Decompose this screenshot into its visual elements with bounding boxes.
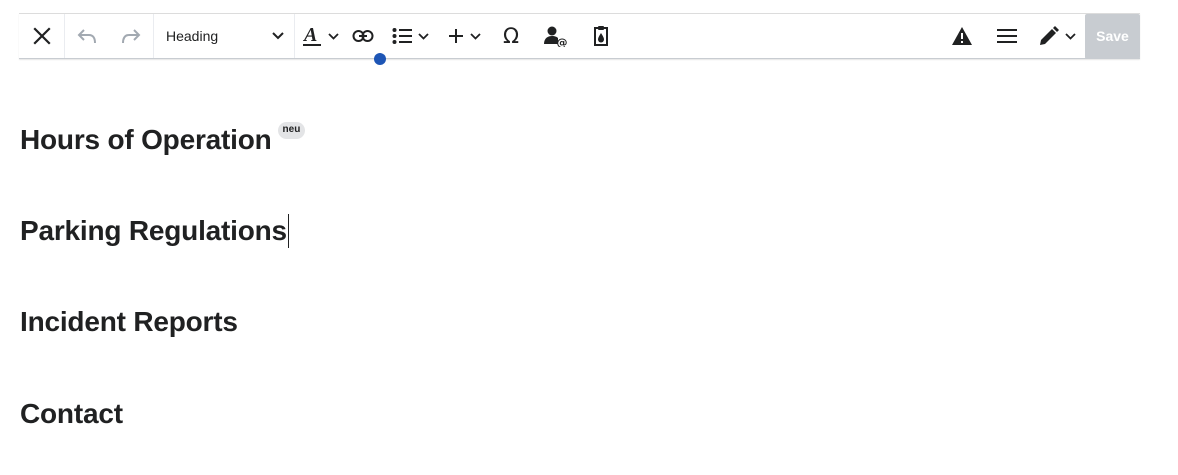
redo-icon: [122, 29, 141, 44]
format-dropdown[interactable]: Heading: [154, 14, 294, 58]
warning-icon: [951, 27, 972, 45]
text-style-button[interactable]: A: [295, 14, 345, 58]
chevron-down-icon: [469, 32, 481, 40]
heading-parking-regulations[interactable]: Parking Regulations: [20, 213, 289, 250]
link-icon: [352, 30, 374, 42]
link-pulsating-dot: [374, 53, 386, 65]
chevron-down-icon: [417, 32, 429, 40]
svg-text:A: A: [302, 25, 317, 46]
heading-incident-reports[interactable]: Incident Reports: [20, 306, 238, 338]
svg-text:Ω: Ω: [503, 25, 519, 47]
insert-button[interactable]: [439, 14, 489, 58]
user-mention-icon: @: [544, 26, 568, 47]
text-tools-group: A Ω @: [295, 14, 623, 58]
editor-toolbar: Heading A Ω @ Save: [19, 13, 1140, 59]
chevron-down-icon: [1064, 32, 1076, 40]
mention-button[interactable]: @: [533, 14, 579, 58]
notices-button[interactable]: [939, 14, 984, 58]
heading-text: Incident Reports: [20, 306, 238, 337]
link-button[interactable]: [345, 14, 381, 58]
heading-text: Contact: [20, 398, 123, 429]
new-badge: neu: [277, 122, 306, 139]
list-button[interactable]: [381, 14, 439, 58]
format-group: Heading: [154, 14, 295, 58]
page-options-button[interactable]: [984, 14, 1029, 58]
omega-icon: Ω: [503, 25, 519, 47]
close-icon: [32, 27, 51, 45]
text-style-icon: A: [302, 25, 321, 46]
text-cursor: [287, 213, 289, 248]
format-label: Heading: [166, 28, 219, 44]
pencil-icon: [1039, 26, 1059, 45]
bullet-list-icon: [392, 28, 412, 44]
redo-button[interactable]: [109, 14, 153, 58]
plus-icon: [448, 29, 463, 43]
special-character-button[interactable]: Ω: [489, 14, 533, 58]
history-group: [65, 14, 154, 58]
save-button[interactable]: Save: [1085, 13, 1140, 59]
cite-button[interactable]: [579, 14, 623, 58]
edit-mode-button[interactable]: [1029, 14, 1085, 58]
chevron-down-icon: [327, 32, 339, 40]
close-group: [19, 14, 65, 58]
hamburger-menu-icon: [996, 29, 1017, 43]
undo-button[interactable]: [65, 14, 109, 58]
close-button[interactable]: [19, 14, 64, 58]
chevron-down-icon: [272, 32, 284, 40]
cite-clipboard-icon: [594, 26, 608, 46]
page-tools-group: Save: [939, 13, 1140, 59]
undo-icon: [77, 29, 96, 44]
heading-hours-of-operation[interactable]: Hours of Operation neu: [20, 122, 306, 156]
svg-text:@: @: [557, 36, 568, 47]
heading-text: Parking Regulations: [20, 215, 287, 246]
heading-text: Hours of Operation: [20, 124, 272, 155]
heading-contact[interactable]: Contact: [20, 398, 123, 430]
